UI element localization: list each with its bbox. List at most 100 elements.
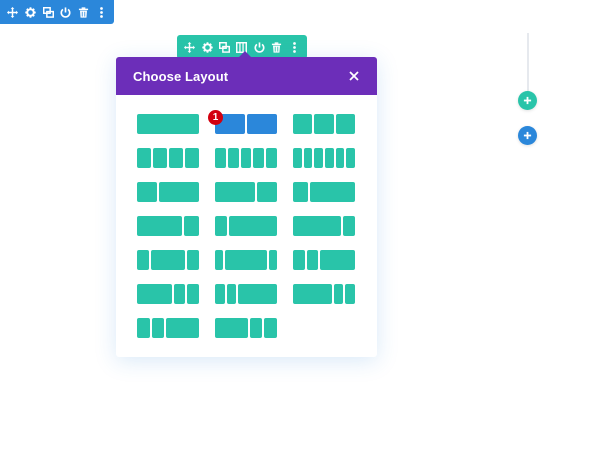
layout-option-fourths-left[interactable] — [137, 318, 199, 338]
layout-column — [293, 250, 305, 270]
layout-column — [247, 114, 277, 134]
layout-column — [215, 148, 226, 168]
layout-column — [137, 216, 182, 236]
layout-option-sixth-sixth-two-thirds[interactable] — [215, 284, 277, 304]
layout-option-quarter-half-quarter[interactable] — [137, 250, 199, 270]
move-icon[interactable] — [181, 35, 198, 59]
layout-column — [266, 148, 277, 168]
layout-column — [153, 148, 167, 168]
layout-column — [314, 148, 323, 168]
layout-option-quarter-quarter-half[interactable] — [293, 250, 355, 270]
layout-option-five-fifths[interactable] — [215, 148, 277, 168]
layout-column — [215, 318, 248, 338]
layout-column — [293, 284, 332, 304]
layout-column — [215, 284, 225, 304]
layout-column — [151, 318, 165, 338]
layout-column — [150, 250, 186, 270]
layout-option-two-thirds-sixth-sixth[interactable] — [293, 284, 355, 304]
layout-column — [159, 182, 199, 202]
layout-column — [187, 250, 199, 270]
more-icon[interactable] — [92, 0, 110, 24]
layout-option-four-quarters[interactable] — [137, 148, 199, 168]
choose-layout-modal: Choose Layout — [116, 57, 377, 357]
layout-column — [187, 284, 199, 304]
layout-column — [306, 250, 319, 270]
add-row-button[interactable] — [518, 91, 537, 110]
layout-column — [226, 284, 237, 304]
layout-column — [310, 182, 355, 202]
layout-column — [229, 216, 277, 236]
layout-column — [303, 148, 313, 168]
layout-column — [293, 114, 313, 134]
modal-header: Choose Layout — [116, 57, 377, 95]
layout-column — [238, 284, 277, 304]
add-section-button[interactable] — [518, 126, 537, 145]
layout-option-fifth-three-fifths-fifth[interactable] — [215, 250, 277, 270]
modal-title: Choose Layout — [133, 68, 229, 84]
section-toolbar — [0, 0, 114, 24]
layout-option-two-thirds-one-third[interactable] — [215, 182, 277, 202]
layout-column — [137, 250, 149, 270]
step-badge: 1 — [208, 110, 223, 125]
gear-icon[interactable] — [22, 0, 40, 24]
move-icon[interactable] — [4, 0, 22, 24]
builder-canvas: Choose Layout 1 — [0, 0, 610, 458]
layout-option-two-halves[interactable] — [215, 114, 277, 134]
layout-column — [346, 148, 355, 168]
layout-column — [324, 148, 334, 168]
layout-column — [335, 114, 355, 134]
layout-column — [268, 250, 277, 270]
trash-icon[interactable] — [268, 35, 285, 59]
layout-column — [335, 148, 345, 168]
power-icon[interactable] — [251, 35, 268, 59]
layout-column — [169, 148, 183, 168]
layout-column — [240, 148, 252, 168]
layout-column — [314, 114, 334, 134]
layout-column — [215, 182, 255, 202]
layout-option-three-thirds[interactable] — [293, 114, 355, 134]
more-icon[interactable] — [286, 35, 303, 59]
layout-option-one-column[interactable] — [137, 114, 199, 134]
layout-column — [345, 284, 355, 304]
layout-column — [293, 216, 341, 236]
layout-column — [173, 284, 186, 304]
trash-icon[interactable] — [75, 0, 93, 24]
layout-column — [166, 318, 199, 338]
layout-option-one-third-two-thirds[interactable] — [137, 182, 199, 202]
close-icon[interactable] — [347, 69, 361, 83]
layout-option-three-quarters-one-quarter-b[interactable] — [293, 216, 355, 236]
layout-option-fourths-right[interactable] — [215, 318, 277, 338]
layout-column — [137, 284, 172, 304]
gear-icon[interactable] — [198, 35, 215, 59]
layout-option-six-sixths[interactable] — [293, 148, 355, 168]
layout-column — [227, 148, 239, 168]
duplicate-icon[interactable] — [39, 0, 57, 24]
layout-column — [215, 216, 227, 236]
layout-column — [225, 250, 267, 270]
layout-column — [333, 284, 344, 304]
layout-column — [185, 148, 199, 168]
layout-column — [293, 182, 308, 202]
row-divider-line — [527, 33, 529, 91]
layout-column — [215, 250, 224, 270]
layout-column — [293, 148, 302, 168]
layout-column — [264, 318, 277, 338]
duplicate-icon[interactable] — [216, 35, 233, 59]
layout-column — [253, 148, 265, 168]
layout-column — [320, 250, 355, 270]
layout-option-one-quarter-three-quarters-b[interactable] — [215, 216, 277, 236]
layout-option-half-quarter-quarter[interactable] — [137, 284, 199, 304]
layout-column — [137, 114, 199, 134]
power-icon[interactable] — [57, 0, 75, 24]
layout-column — [249, 318, 263, 338]
layout-column — [184, 216, 199, 236]
plus-icon — [523, 131, 532, 140]
layout-column — [137, 182, 157, 202]
layout-option-one-quarter-three-quarters[interactable] — [293, 182, 355, 202]
layout-option-three-quarters-one-quarter[interactable] — [137, 216, 199, 236]
layout-column — [137, 318, 150, 338]
plus-icon — [523, 96, 532, 105]
layout-column — [257, 182, 277, 202]
layout-column — [137, 148, 151, 168]
layout-column — [343, 216, 355, 236]
